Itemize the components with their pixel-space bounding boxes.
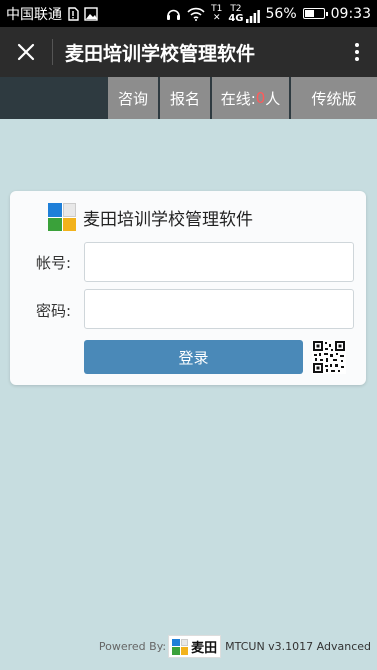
login-card-header: 麦田培训学校管理软件 (48, 203, 253, 231)
top-nav: 咨询 报名 在线: 0 人 传统版 (0, 77, 377, 119)
password-input[interactable] (84, 289, 354, 329)
online-suffix: 人 (265, 89, 281, 108)
version-label: MTCUN v3.1017 Advanced (225, 640, 371, 653)
account-label: 帐号: (36, 254, 72, 272)
carrier-label: 中国联通 (6, 6, 62, 23)
status-bar: 中国联通 T1 ✕ T2 4G 56% 09:33 (0, 0, 377, 27)
image-icon (84, 6, 98, 21)
maitian-logo-icon (48, 203, 76, 231)
sim1-indicator: T1 ✕ (211, 3, 223, 23)
more-dot-icon (355, 43, 359, 47)
close-button[interactable] (0, 27, 52, 77)
login-card: 麦田培训学校管理软件 帐号: 密码: 登录 (10, 191, 366, 385)
appbar-divider (52, 39, 53, 65)
more-dot-icon (355, 50, 359, 54)
battery-icon (302, 8, 328, 19)
page-title: 麦田培训学校管理软件 (65, 42, 256, 65)
brand-name: 麦田 (191, 641, 218, 656)
password-label: 密码: (36, 302, 72, 320)
more-menu-button[interactable] (337, 27, 377, 77)
classic-version-button[interactable]: 传统版 (291, 77, 377, 119)
clock: 09:33 (330, 5, 371, 22)
account-input[interactable] (84, 242, 354, 282)
qr-code-icon[interactable] (312, 340, 346, 374)
powered-by-label: Powered By: (98, 640, 167, 653)
online-prefix: 在线: (220, 89, 256, 108)
signup-button[interactable]: 报名 (160, 77, 210, 119)
app-bar: 麦田培训学校管理软件 (0, 27, 377, 77)
footer: Powered By: 麦田 MTCUN v3.1017 Advanced (99, 635, 371, 658)
maitian-small-logo-icon (172, 638, 189, 655)
signal-bars-icon (245, 9, 260, 23)
battery-fill (304, 10, 315, 17)
login-title: 麦田培训学校管理软件 (83, 209, 253, 230)
headphones-icon (167, 9, 181, 20)
wifi-icon (187, 7, 205, 21)
battery-percent: 56% (265, 5, 297, 22)
more-dot-icon (355, 57, 359, 61)
brand-badge: 麦田 (168, 635, 222, 658)
online-count: 0 (255, 89, 266, 107)
sim-warning-icon (68, 6, 79, 21)
consult-button[interactable]: 咨询 (108, 77, 158, 119)
online-count-button[interactable]: 在线: 0 人 (212, 77, 289, 119)
login-button[interactable]: 登录 (84, 340, 303, 374)
signal-indicator: T2 4G (228, 4, 260, 23)
close-icon (17, 43, 35, 61)
